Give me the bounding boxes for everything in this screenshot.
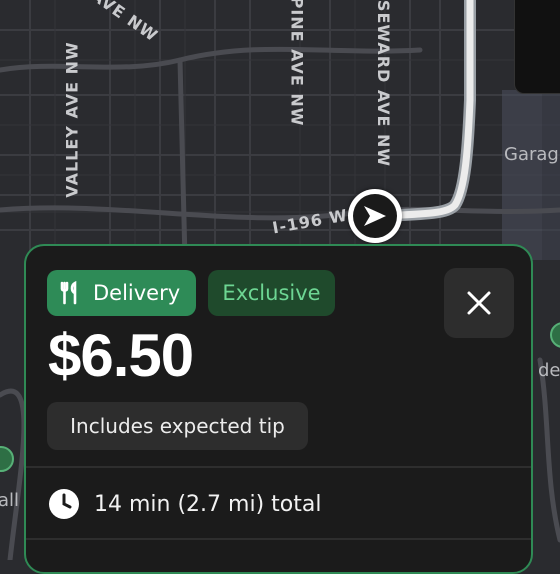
place-label-left-edge: all xyxy=(0,490,20,511)
offer-price: $6.50 xyxy=(48,322,194,389)
offer-card[interactable]: Delivery Exclusive $6.50 Includes expect… xyxy=(24,244,533,574)
clock-icon xyxy=(48,488,80,520)
place-label-garage: Garag xyxy=(504,144,559,165)
street-label-pine-ave-nw: PINE AVE NW xyxy=(287,0,307,127)
navigation-arrow-icon xyxy=(353,194,397,238)
place-label-right-edge: de xyxy=(538,360,560,381)
street-label-valley-ave-nw: VALLEY AVE NW xyxy=(62,41,82,198)
exclusive-badge-label: Exclusive xyxy=(222,281,321,305)
tip-note: Includes expected tip xyxy=(47,402,308,450)
delivery-badge: Delivery xyxy=(47,270,196,316)
trip-summary-row: 14 min (2.7 mi) total xyxy=(48,486,321,522)
street-label-seward-ave-nw: SEWARD AVE NW xyxy=(374,0,394,168)
divider xyxy=(26,466,531,468)
current-location-marker xyxy=(348,189,402,243)
close-icon xyxy=(467,291,491,315)
map-thumbnail-card[interactable] xyxy=(514,0,560,94)
fork-knife-icon xyxy=(59,281,81,305)
delivery-badge-label: Delivery xyxy=(93,281,181,305)
exclusive-badge: Exclusive xyxy=(208,270,335,316)
close-button[interactable] xyxy=(444,268,514,338)
trip-summary-text: 14 min (2.7 mi) total xyxy=(94,491,322,517)
divider xyxy=(26,538,531,540)
